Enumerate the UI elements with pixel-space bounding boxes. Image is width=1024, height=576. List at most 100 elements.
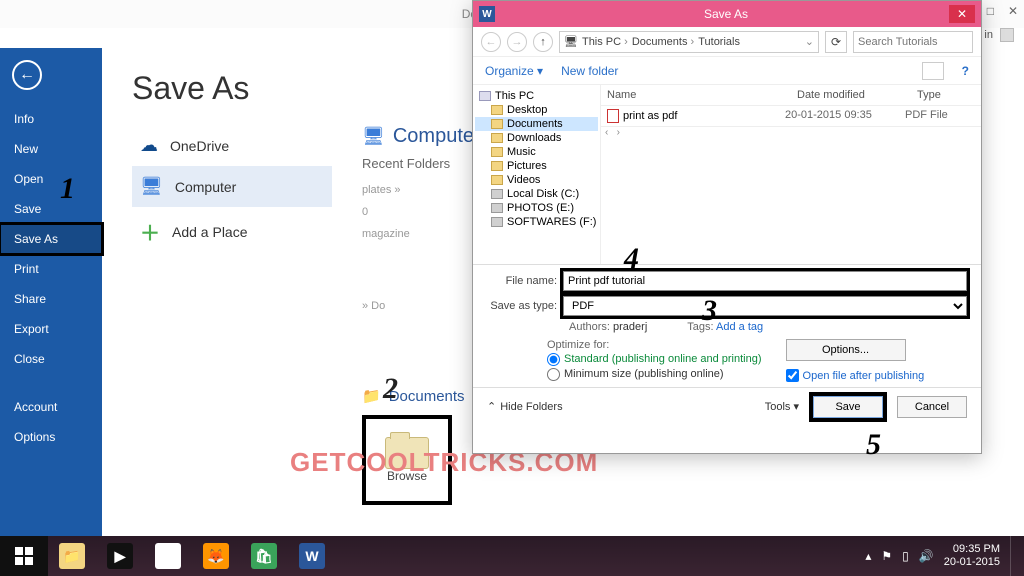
tree-item[interactable]: Documents (475, 117, 598, 131)
hide-folders-button[interactable]: ⌃ Hide Folders (487, 400, 563, 413)
place-onedrive-label: OneDrive (170, 138, 229, 154)
backstage-sidebar: ← Info New Open Save Save As Print Share… (0, 48, 102, 536)
nav-up-button[interactable]: ↑ (533, 32, 553, 52)
volume-icon[interactable]: 🔊 (919, 549, 934, 563)
folder-icon (491, 147, 503, 157)
sidebar-item-account[interactable]: Account (0, 392, 102, 422)
refresh-button[interactable]: ⟳ (825, 31, 847, 53)
save-as-dialog: W Save As ✕ ← → ↑ 🖥 This PC Documents Tu… (472, 0, 982, 454)
place-add[interactable]: ＋ Add a Place (132, 207, 332, 256)
breadcrumb-item[interactable]: Tutorials (698, 36, 740, 48)
sidebar-item-info[interactable]: Info (0, 104, 102, 134)
folder-icon: 📁 (362, 387, 381, 405)
computer-icon: 🖥 (362, 126, 385, 147)
file-list-header[interactable]: Name Date modified Type (601, 85, 981, 106)
tools-menu[interactable]: Tools ▾ (765, 400, 799, 413)
sidebar-item-print[interactable]: Print (0, 254, 102, 284)
col-name[interactable]: Name (601, 85, 791, 105)
show-desktop-button[interactable] (1010, 536, 1018, 576)
saveastype-select[interactable]: PDF (563, 296, 967, 316)
taskbar-media-player[interactable]: ▶ (96, 536, 144, 576)
drive-icon (491, 203, 503, 213)
tree-item[interactable]: Videos (475, 173, 598, 187)
organize-menu[interactable]: Organize ▾ (485, 64, 543, 78)
tree-item[interactable]: SOFTWARES (F:) (475, 215, 598, 229)
dialog-toolbar: Organize ▾ New folder ? (473, 57, 981, 85)
authors-value[interactable]: praderj (613, 321, 647, 333)
filename-label: File name: (487, 275, 563, 287)
sidebar-item-save[interactable]: Save (0, 194, 102, 224)
tree-item[interactable]: This PC (475, 89, 598, 103)
breadcrumb-bar[interactable]: 🖥 This PC Documents Tutorials ⌄ (559, 31, 819, 53)
word-backstage-window: Document1 - Word ? — □ ✕ Sign in ← Info … (0, 0, 1024, 536)
authors-label: Authors: (569, 321, 610, 333)
breadcrumb-item[interactable]: This PC (582, 36, 628, 48)
sidebar-item-share[interactable]: Share (0, 284, 102, 314)
plus-icon: ＋ (140, 217, 160, 246)
network-icon[interactable]: ▯ (902, 549, 909, 563)
place-add-label: Add a Place (172, 224, 248, 240)
open-after-checkbox[interactable]: Open file after publishing (786, 369, 925, 382)
tree-item[interactable]: Music (475, 145, 598, 159)
sidebar-item-new[interactable]: New (0, 134, 102, 164)
chevron-down-icon[interactable]: ⌄ (805, 35, 814, 48)
annotation-5: 5 (866, 428, 881, 462)
taskbar: 📁 ▶ ◉ 🦊 🛍 W ▴ ⚑ ▯ 🔊 09:35 PM 20-01-2015 (0, 536, 1024, 576)
help-icon[interactable]: ? (962, 64, 969, 78)
taskbar-clock[interactable]: 09:35 PM 20-01-2015 (944, 543, 1000, 569)
view-mode-button[interactable] (922, 62, 944, 80)
back-button[interactable]: ← (12, 60, 42, 90)
tree-item[interactable]: Desktop (475, 103, 598, 117)
nav-back-button[interactable]: ← (481, 32, 501, 52)
chevron-up-icon: ⌃ (487, 400, 496, 413)
taskbar-chrome[interactable]: ◉ (144, 536, 192, 576)
avatar-icon[interactable] (1000, 28, 1014, 42)
col-type[interactable]: Type (911, 85, 981, 105)
taskbar-store[interactable]: 🛍 (240, 536, 288, 576)
tray-expand-icon[interactable]: ▴ (865, 549, 871, 563)
taskbar-firefox[interactable]: 🦊 (192, 536, 240, 576)
cancel-button[interactable]: Cancel (897, 396, 967, 418)
clock-time: 09:35 PM (944, 543, 1000, 556)
sidebar-item-save-as[interactable]: Save As (0, 224, 102, 254)
breadcrumb-item[interactable]: Documents (632, 36, 694, 48)
optimize-standard-radio[interactable]: Standard (publishing online and printing… (547, 353, 762, 366)
restore-icon[interactable]: □ (987, 4, 994, 18)
dialog-title: Save As (503, 7, 949, 21)
tree-item[interactable]: Pictures (475, 159, 598, 173)
dialog-close-button[interactable]: ✕ (949, 5, 975, 23)
place-computer-label: Computer (175, 179, 236, 195)
file-row[interactable]: print as pdf20-01-2015 09:35PDF File (601, 106, 981, 126)
clock-date: 20-01-2015 (944, 556, 1000, 569)
flag-icon[interactable]: ⚑ (881, 549, 892, 563)
drive-icon (491, 217, 503, 227)
search-input[interactable] (853, 31, 973, 53)
save-button[interactable]: Save (813, 396, 883, 418)
sidebar-item-close[interactable]: Close (0, 344, 102, 374)
new-folder-button[interactable]: New folder (561, 64, 618, 78)
optimize-minimum-radio[interactable]: Minimum size (publishing online) (547, 368, 762, 381)
taskbar-word[interactable]: W (288, 536, 336, 576)
dialog-form: File name: Save as type: PDF Authors: pr… (473, 265, 981, 387)
nav-forward-button[interactable]: → (507, 32, 527, 52)
taskbar-file-explorer[interactable]: 📁 (48, 536, 96, 576)
sidebar-item-open[interactable]: Open (0, 164, 102, 194)
add-tag-link[interactable]: Add a tag (716, 321, 763, 333)
sidebar-item-options[interactable]: Options (0, 422, 102, 452)
tree-item[interactable]: PHOTOS (E:) (475, 201, 598, 215)
start-button[interactable] (0, 536, 48, 576)
tree-item[interactable]: Local Disk (C:) (475, 187, 598, 201)
col-date[interactable]: Date modified (791, 85, 911, 105)
options-button[interactable]: Options... (786, 339, 906, 361)
computer-icon: 🖥 (140, 176, 163, 197)
place-computer[interactable]: 🖥 Computer (132, 166, 332, 207)
tree-item[interactable]: Downloads (475, 131, 598, 145)
onedrive-icon: ☁ (140, 135, 158, 156)
annotation-4: 4 (624, 242, 639, 276)
sidebar-item-export[interactable]: Export (0, 314, 102, 344)
place-onedrive[interactable]: ☁ OneDrive (132, 125, 332, 166)
folder-tree[interactable]: This PCDesktopDocumentsDownloadsMusicPic… (473, 85, 601, 264)
annotation-2: 2 (383, 372, 398, 406)
folder-icon (491, 133, 503, 143)
close-icon[interactable]: ✕ (1008, 4, 1018, 18)
